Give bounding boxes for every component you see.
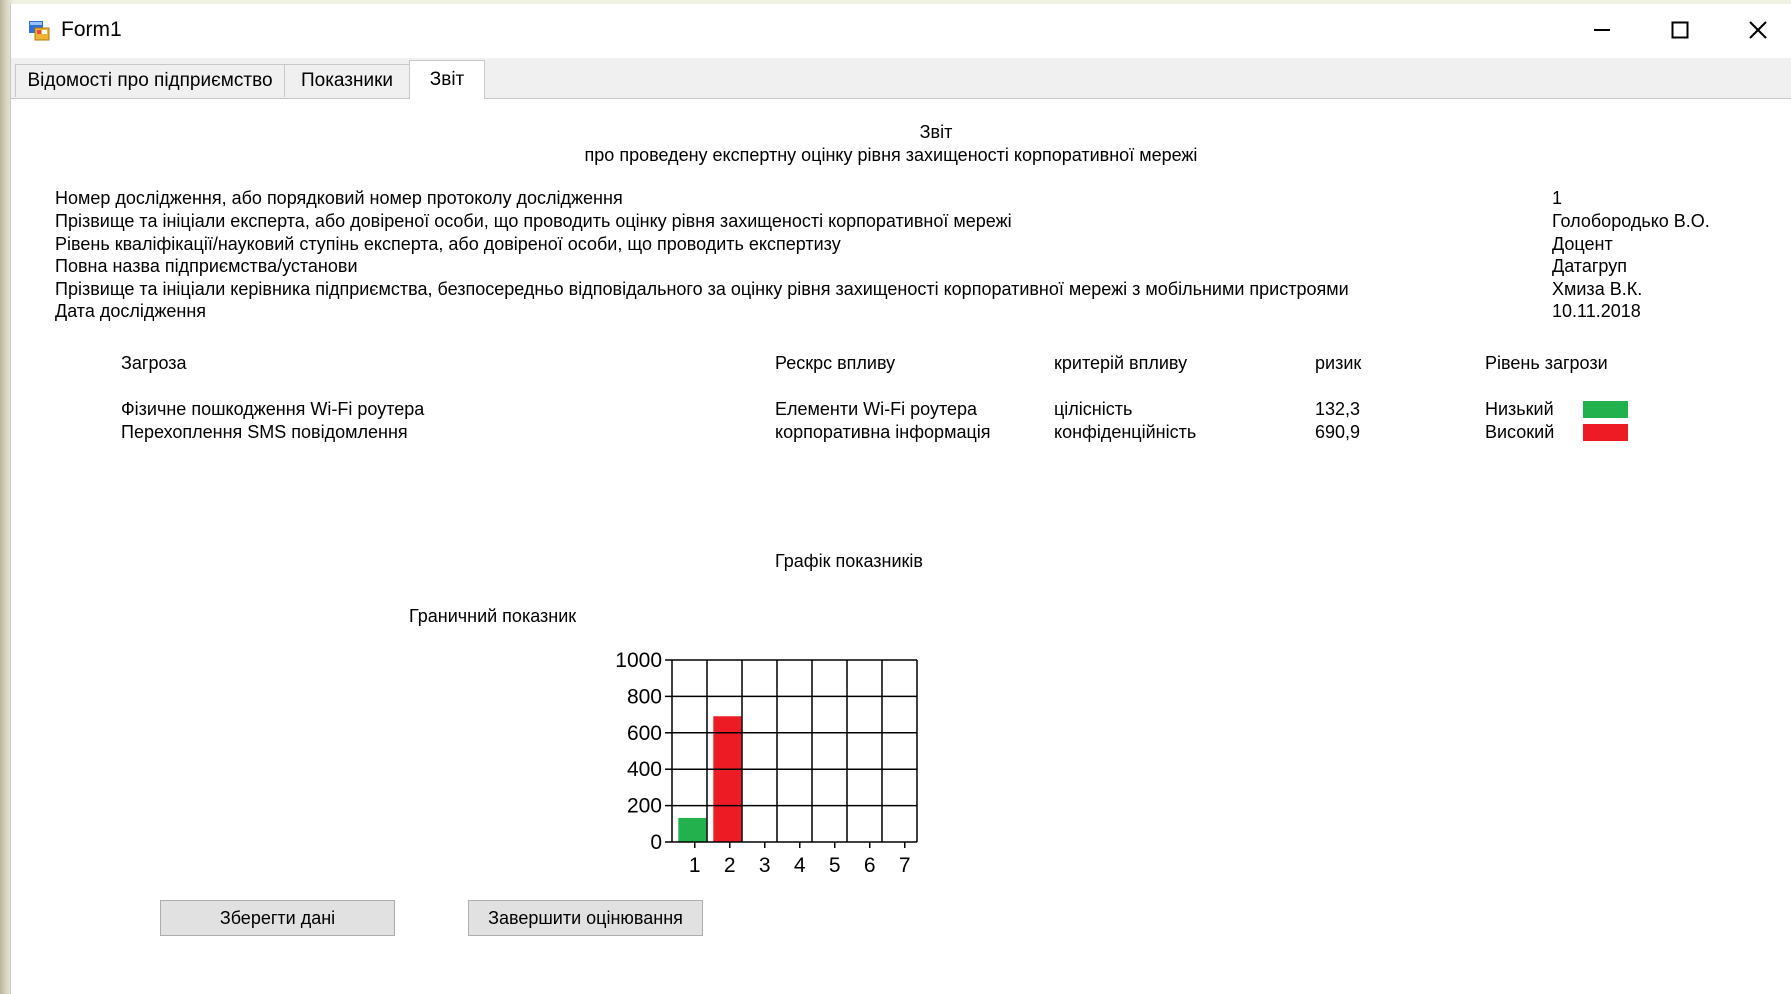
table-header-risk: ризик	[1315, 353, 1362, 373]
info-label: Дата дослідження	[55, 301, 207, 321]
tab-indicators[interactable]: Показники	[284, 64, 410, 97]
info-label: Рівень кваліфікації/науковий ступінь екс…	[55, 234, 841, 254]
window-title: Form1	[61, 18, 122, 41]
save-data-button[interactable]: Зберегти дані	[160, 900, 395, 936]
threshold-label: Граничний показник	[409, 606, 577, 626]
y-tick-label: 600	[627, 722, 662, 745]
info-label: Прізвище та ініціали експерта, або довір…	[55, 211, 1012, 231]
info-value: Датагруп	[1552, 256, 1627, 276]
close-button[interactable]	[1729, 10, 1787, 50]
level-cell: Високий	[1485, 422, 1555, 442]
info-value: 1	[1552, 188, 1563, 208]
minimize-icon	[1594, 29, 1610, 31]
x-tick-label: 2	[724, 854, 736, 877]
tab-strip: Відомості про підприємство Показники Зві…	[11, 58, 1791, 99]
level-color-swatch	[1583, 401, 1628, 418]
finish-evaluation-button[interactable]: Завершити оцінювання	[468, 900, 703, 936]
level-cell: Низький	[1485, 399, 1554, 419]
x-tick-label: 6	[864, 854, 876, 877]
app-window: Form1 Відомості про підприємство Показни…	[10, 4, 1791, 994]
x-tick-label: 5	[829, 854, 841, 877]
maximize-icon	[1671, 21, 1689, 39]
report-heading: Звіт	[919, 122, 953, 142]
x-tick-label: 3	[759, 854, 771, 877]
info-value: 10.11.2018	[1552, 301, 1641, 321]
level-color-swatch	[1583, 424, 1628, 441]
info-value: Хмиза В.К.	[1552, 279, 1643, 299]
threat-cell: Фізичне пошкодження Wi-Fi роутера	[121, 399, 425, 419]
report-subheading: про проведену експертну оцінку рівня зах…	[584, 145, 1198, 165]
threat-cell: Перехоплення SMS повідомлення	[121, 422, 408, 442]
table-header-threat: Загроза	[121, 353, 187, 373]
bar-1	[678, 817, 707, 842]
resource-cell: Елементи Wi-Fi роутера	[775, 399, 978, 419]
risk-cell: 690,9	[1315, 422, 1361, 442]
app-form-icon	[29, 21, 50, 41]
tab-company-info[interactable]: Відомості про підприємство	[15, 64, 285, 97]
table-header-criterion: критерій впливу	[1054, 353, 1188, 373]
info-value: Голобородько В.О.	[1552, 211, 1710, 231]
chart-section-title: Графік показників	[775, 551, 923, 571]
resource-cell: корпоративна інформація	[775, 422, 991, 442]
y-tick-label: 400	[627, 758, 662, 781]
info-label: Прізвище та ініціали керівника підприємс…	[55, 279, 1349, 299]
y-tick-label: 200	[627, 795, 662, 818]
risk-cell: 132,3	[1315, 399, 1361, 419]
x-tick-label: 4	[794, 854, 806, 877]
y-tick-label: 1000	[615, 649, 662, 672]
criterion-cell: конфіденційність	[1054, 422, 1197, 442]
close-icon	[1749, 21, 1767, 39]
y-tick-label: 800	[627, 685, 662, 708]
x-tick-label: 7	[899, 854, 911, 877]
maximize-button[interactable]	[1651, 10, 1709, 50]
bar-2	[713, 716, 742, 842]
minimize-button[interactable]	[1573, 10, 1631, 50]
info-label: Номер дослідження, або порядковий номер …	[55, 188, 623, 208]
info-value: Доцент	[1552, 234, 1613, 254]
title-bar: Form1	[11, 4, 1791, 56]
table-header-resource: Рескрс впливу	[775, 353, 896, 373]
indicators-chart: 0 200 400 600 800 1000 1 2 3 4 5 6 7	[615, 649, 918, 877]
tab-report[interactable]: Звіт	[409, 60, 485, 99]
table-header-level: Рівень загрози	[1485, 353, 1608, 373]
y-tick-label: 0	[650, 831, 662, 854]
criterion-cell: цілісність	[1054, 399, 1133, 419]
x-tick-label: 1	[689, 854, 701, 877]
info-label: Повна назва підприємства/установи	[55, 256, 358, 276]
